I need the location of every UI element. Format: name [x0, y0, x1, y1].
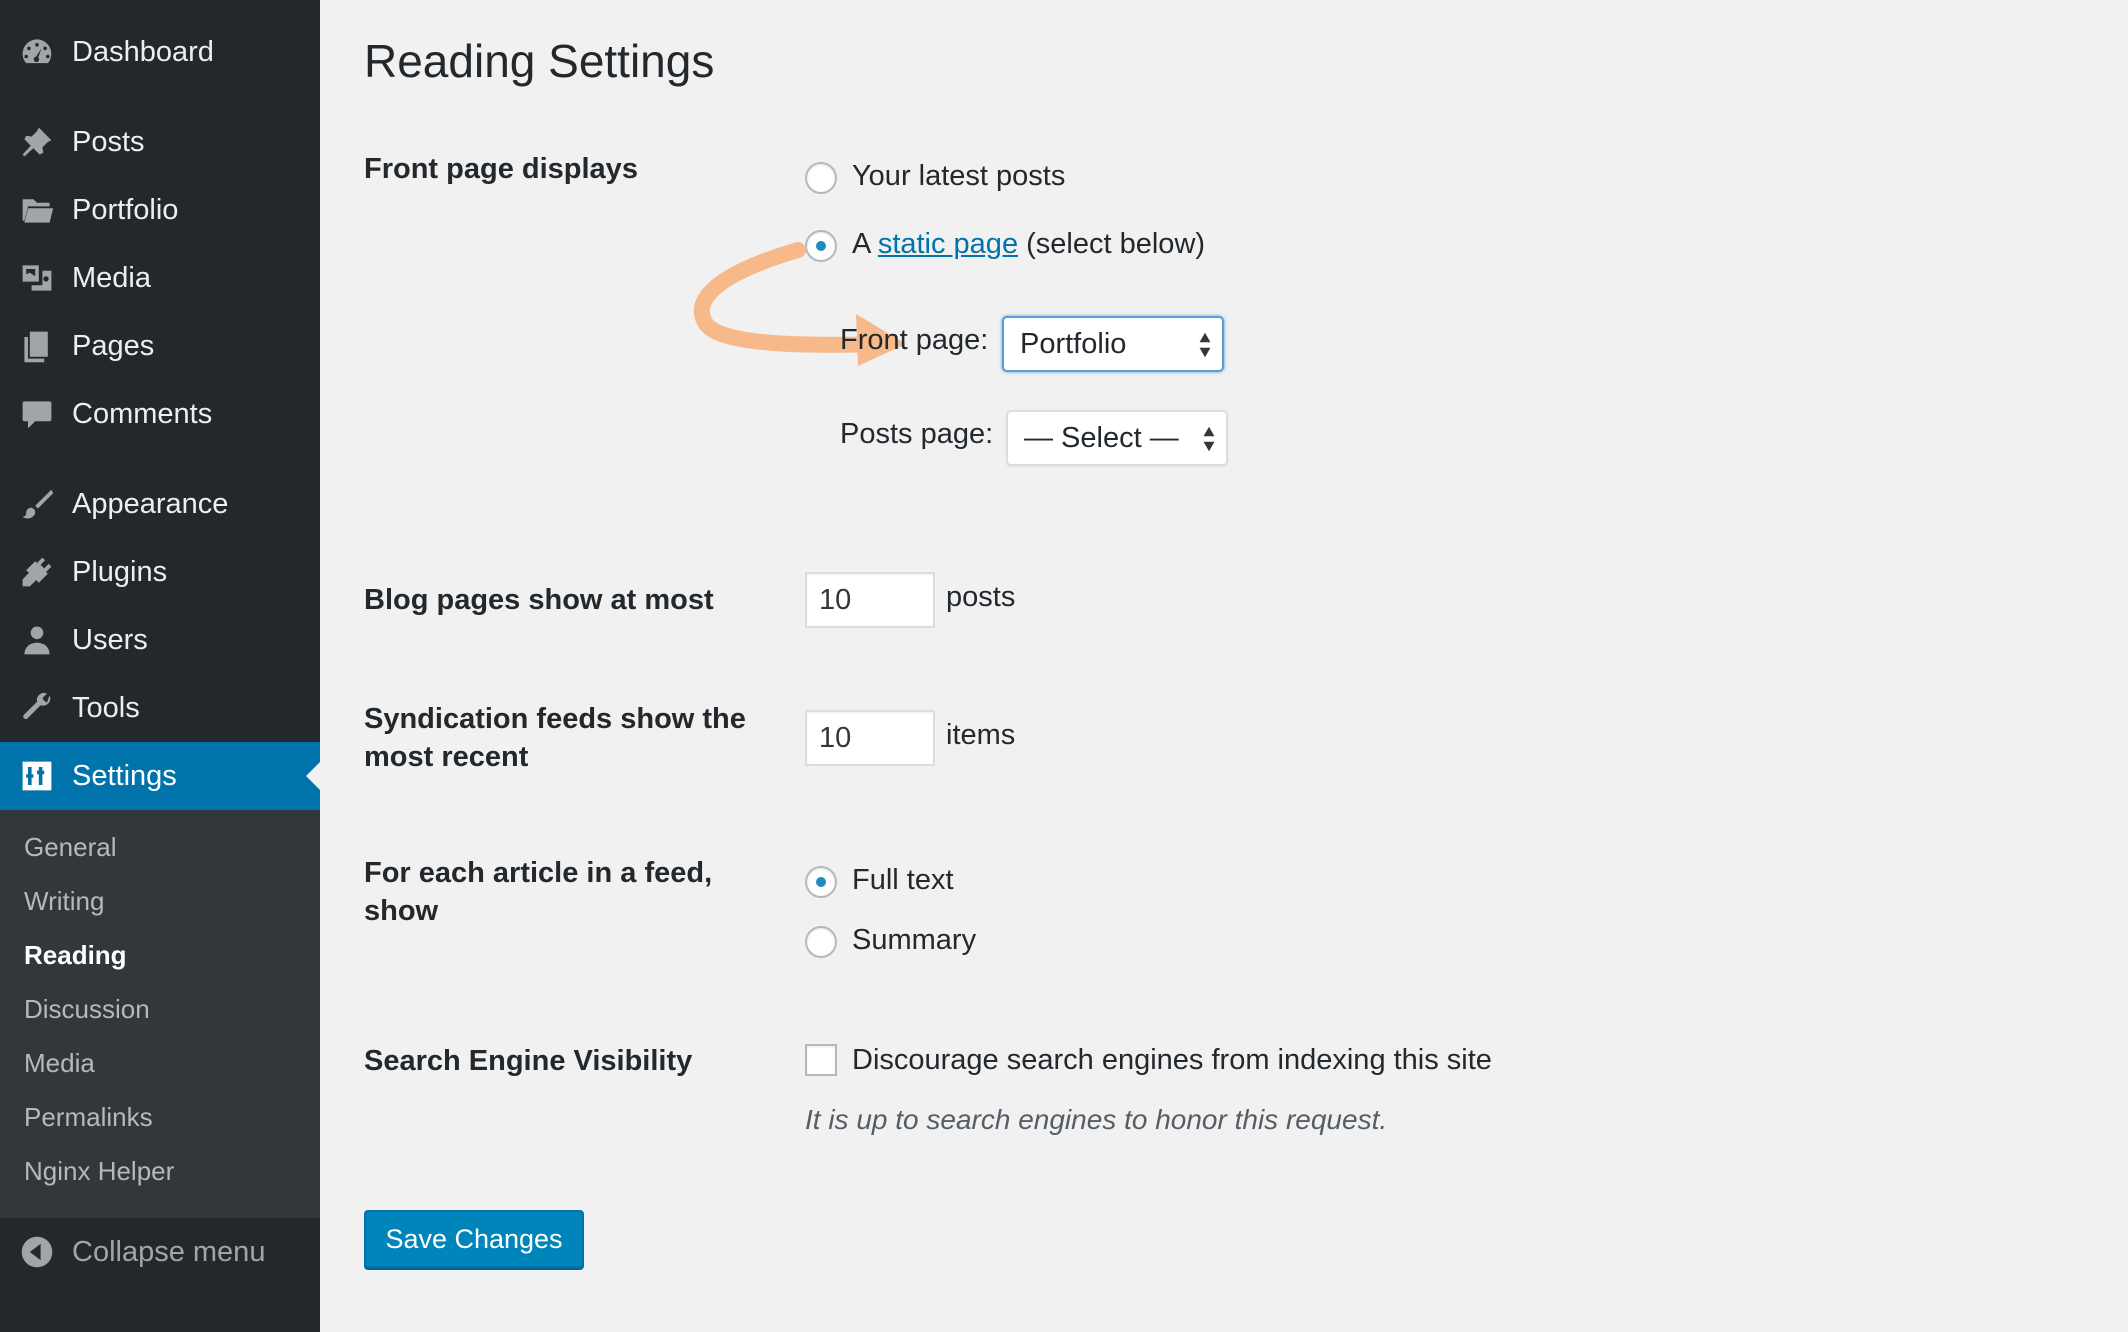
search-visibility-description: It is up to search engines to honor this…: [805, 1104, 1388, 1135]
posts-page-select-value: — Select —: [1024, 421, 1179, 454]
collapse-menu-button[interactable]: Collapse menu: [0, 1218, 320, 1286]
sidebar-item-tools[interactable]: Tools: [0, 674, 320, 742]
sidebar-item-label: Plugins: [72, 555, 168, 588]
sliders-icon: [17, 756, 57, 796]
sidebar-item-label: Comments: [72, 397, 213, 430]
comment-bubble-icon: [17, 394, 57, 434]
submenu-item-reading[interactable]: Reading: [24, 940, 127, 971]
sidebar-item-label: Media: [72, 261, 151, 294]
folder-icon: [17, 190, 57, 230]
sidebar-item-plugins[interactable]: Plugins: [0, 538, 320, 606]
front-page-displays-label: Front page displays: [364, 153, 638, 185]
sidebar-item-label: Users: [72, 623, 148, 656]
submenu-item-general[interactable]: General: [24, 832, 117, 863]
sidebar-item-pages[interactable]: Pages: [0, 312, 320, 380]
sidebar-item-label: Dashboard: [72, 35, 214, 68]
sidebar-item-portfolio[interactable]: Portfolio: [0, 176, 320, 244]
paintbrush-icon: [17, 484, 57, 524]
radio-latest-posts-label: Your latest posts: [852, 160, 1066, 192]
syndication-label: Syndication feeds show the most recent: [364, 703, 746, 773]
select-arrows-icon: [1198, 330, 1212, 360]
dashboard-icon: [17, 32, 57, 72]
sidebar-item-appearance[interactable]: Appearance: [0, 470, 320, 538]
posts-page-select[interactable]: — Select —: [1006, 410, 1228, 466]
plug-icon: [17, 552, 57, 592]
save-changes-button[interactable]: Save Changes: [364, 1210, 584, 1268]
user-icon: [17, 620, 57, 660]
pushpin-icon: [17, 122, 57, 162]
radio-latest-posts[interactable]: [805, 162, 837, 194]
front-page-select-value: Portfolio: [1020, 327, 1127, 360]
posts-page-select-label: Posts page:: [840, 418, 994, 450]
page-title: Reading Settings: [364, 35, 715, 87]
radio-summary-label: Summary: [852, 924, 977, 956]
submenu-item-nginx-helper[interactable]: Nginx Helper: [24, 1156, 174, 1187]
sidebar-item-label: Settings: [72, 759, 177, 792]
submenu-item-writing[interactable]: Writing: [24, 886, 104, 917]
media-icon: [17, 258, 57, 298]
sidebar-item-posts[interactable]: Posts: [0, 108, 320, 176]
settings-submenu: General Writing Reading Discussion Media…: [0, 810, 320, 1218]
front-page-select[interactable]: Portfolio: [1002, 316, 1224, 372]
main-content: Reading Settings Front page displays You…: [320, 0, 2128, 1332]
collapse-menu-label: Collapse menu: [72, 1235, 266, 1268]
syndication-input[interactable]: 10: [805, 710, 935, 766]
admin-sidebar: Dashboard Posts Portfolio Media Pages Co…: [0, 0, 320, 1332]
blog-pages-unit: posts: [946, 581, 1016, 613]
feed-article-label: For each article in a feed, show: [364, 857, 713, 927]
submenu-item-media[interactable]: Media: [24, 1048, 95, 1079]
radio-summary[interactable]: [805, 926, 837, 958]
radio-full-text-label: Full text: [852, 864, 954, 896]
select-arrows-icon: [1202, 424, 1216, 454]
discourage-search-checkbox-label: Discourage search engines from indexing …: [852, 1044, 1492, 1076]
active-indicator: [306, 762, 320, 790]
sidebar-item-label: Appearance: [72, 487, 229, 520]
submenu-item-permalinks[interactable]: Permalinks: [24, 1102, 153, 1133]
blog-pages-label: Blog pages show at most: [364, 584, 714, 616]
sidebar-item-users[interactable]: Users: [0, 606, 320, 674]
sidebar-item-dashboard[interactable]: Dashboard: [0, 18, 320, 86]
search-visibility-label: Search Engine Visibility: [364, 1045, 693, 1077]
front-page-select-label: Front page:: [840, 324, 989, 356]
sidebar-item-media[interactable]: Media: [0, 244, 320, 312]
pages-icon: [17, 326, 57, 366]
sidebar-item-label: Portfolio: [72, 193, 179, 226]
sidebar-item-label: Pages: [72, 329, 155, 362]
submenu-item-discussion[interactable]: Discussion: [24, 994, 150, 1025]
syndication-unit: items: [946, 719, 1016, 751]
radio-full-text[interactable]: [805, 866, 837, 898]
blog-pages-input[interactable]: 10: [805, 572, 935, 628]
sidebar-item-label: Posts: [72, 125, 145, 158]
wrench-icon: [17, 688, 57, 728]
collapse-arrow-icon: [17, 1232, 57, 1272]
sidebar-item-settings[interactable]: Settings: [0, 742, 320, 810]
sidebar-item-comments[interactable]: Comments: [0, 380, 320, 448]
sidebar-item-label: Tools: [72, 691, 140, 724]
discourage-search-checkbox[interactable]: [805, 1044, 837, 1076]
